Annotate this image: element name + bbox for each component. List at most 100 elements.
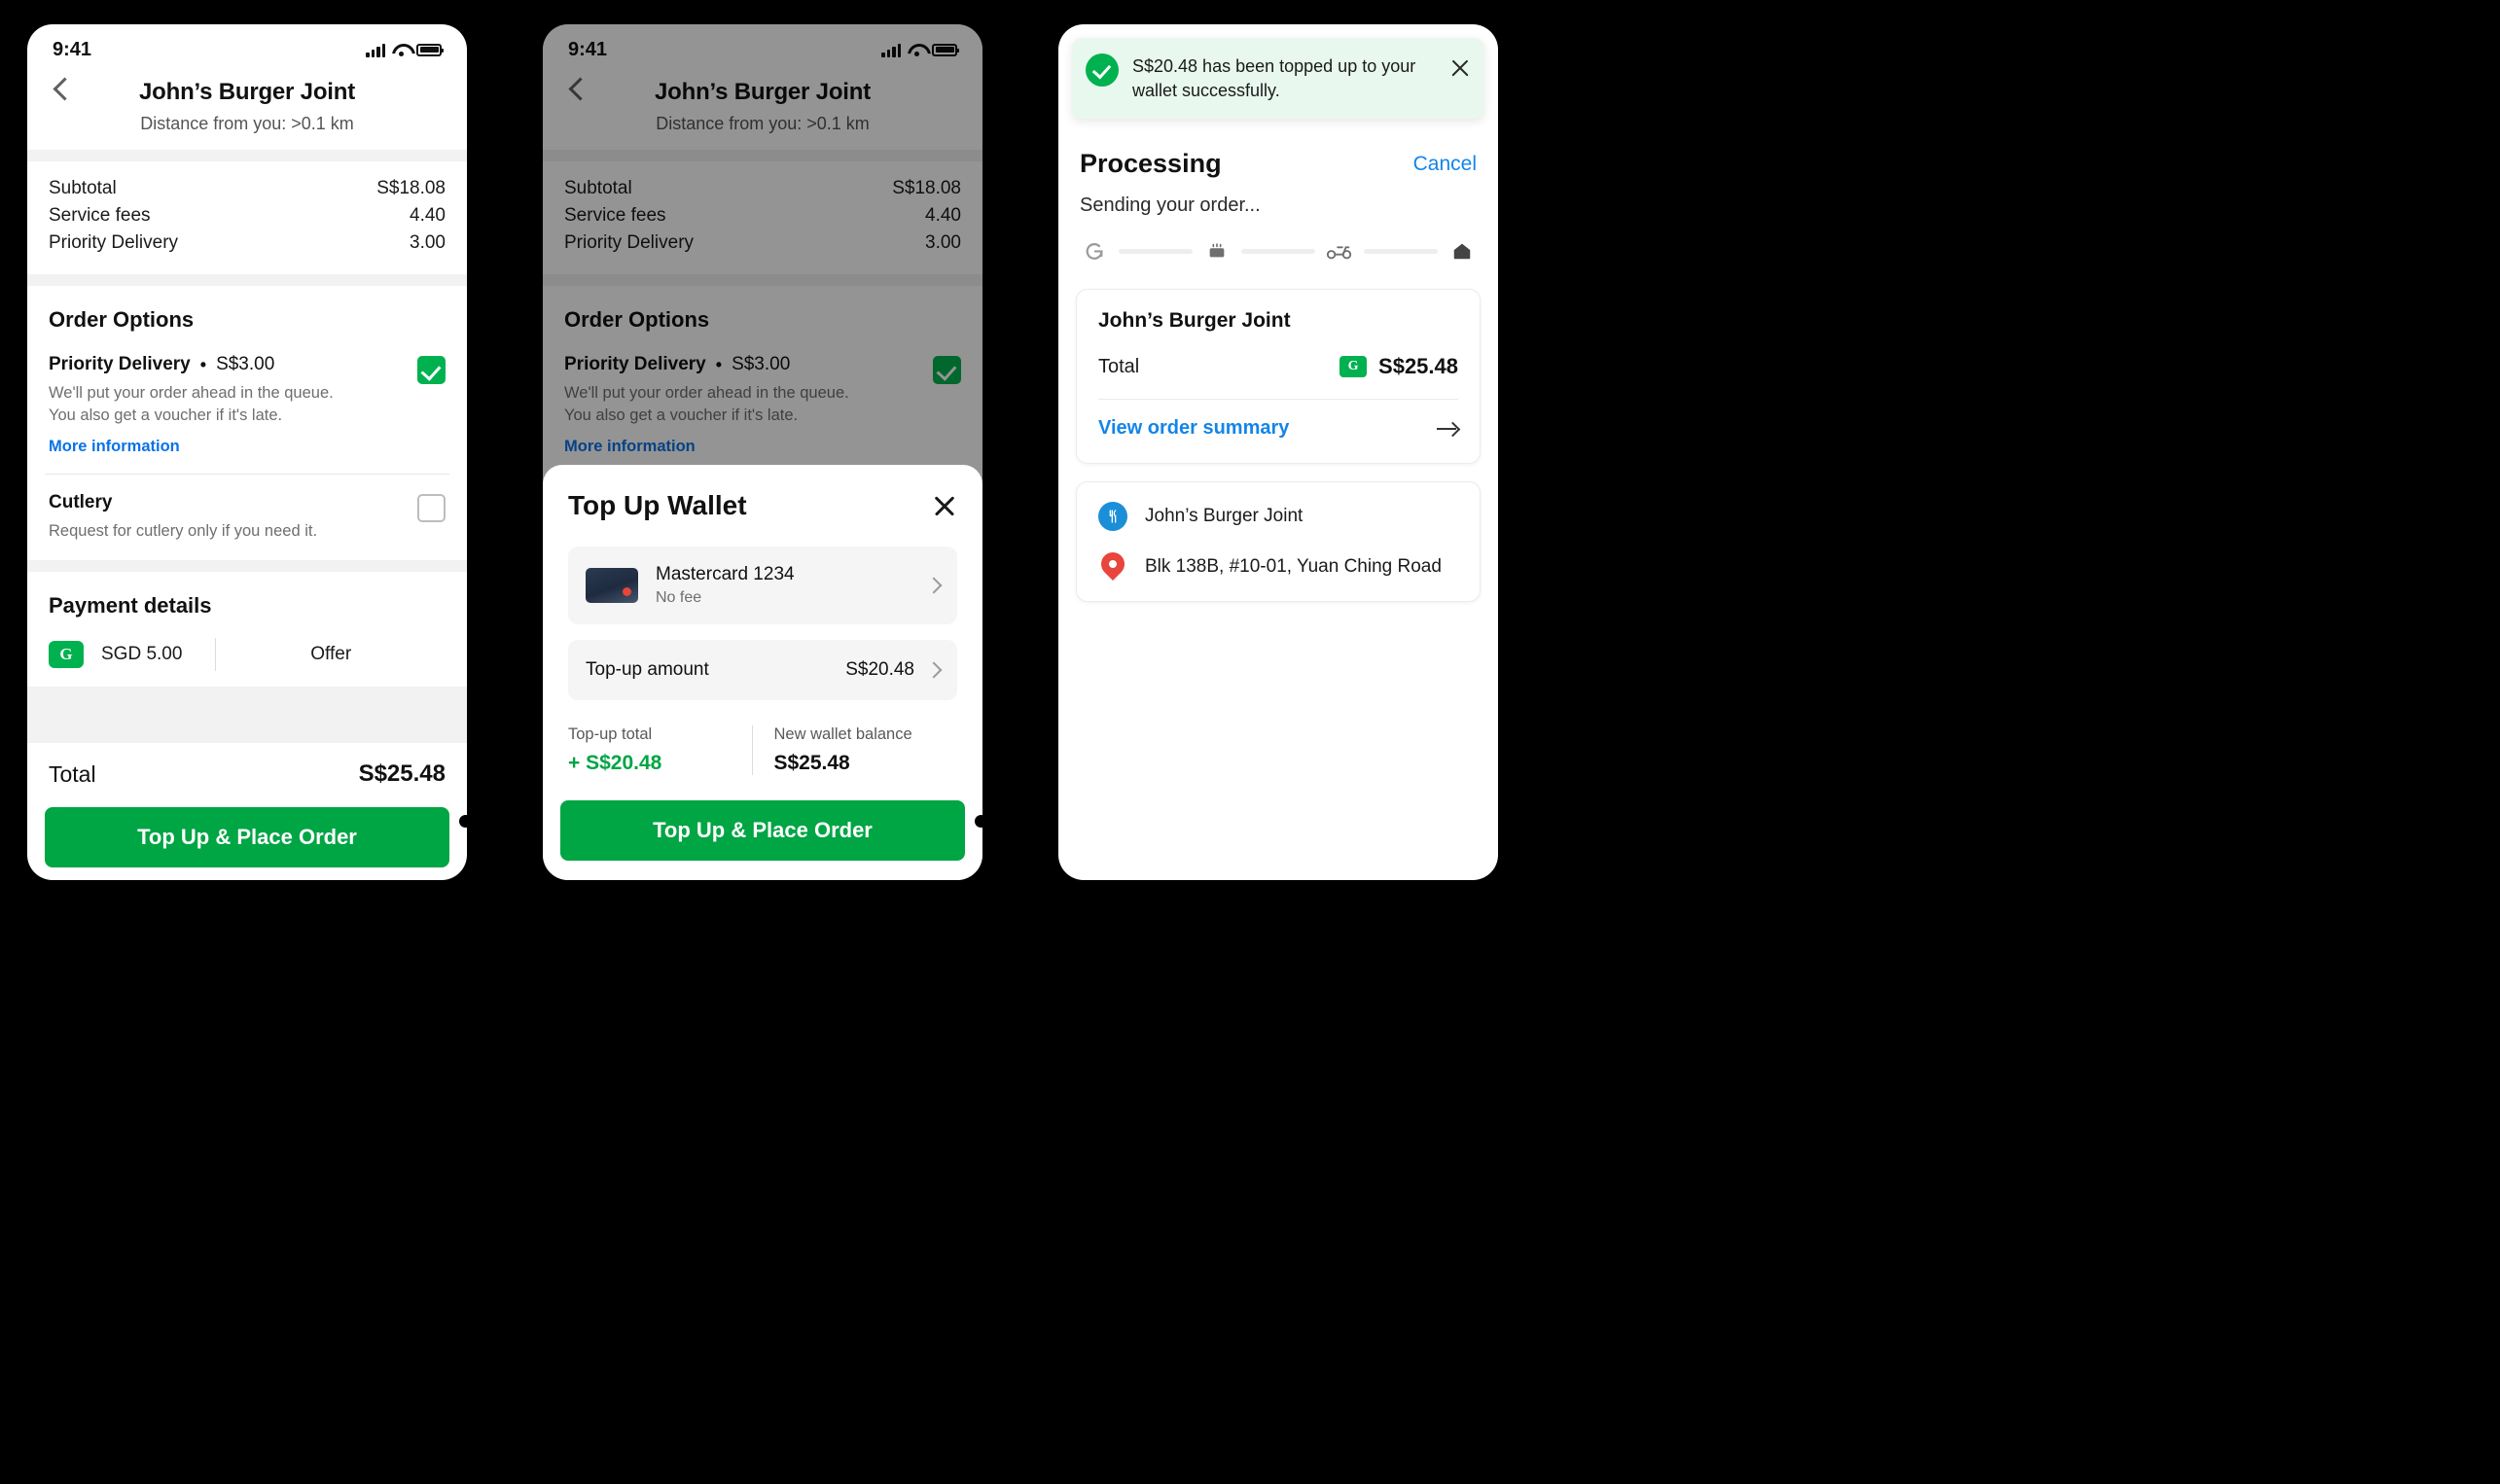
sheet-header: Top Up Wallet (543, 490, 982, 525)
wifi-icon (908, 43, 925, 56)
option-description: Request for cutlery only if you need it. (49, 521, 318, 540)
page-title: John’s Burger Joint (139, 79, 355, 105)
view-order-summary-link[interactable]: View order summary (1098, 400, 1458, 457)
order-options-heading: Order Options (564, 307, 710, 332)
more-information-link[interactable]: More information (49, 438, 180, 456)
arrow-right-icon (1437, 423, 1458, 435)
view-order-summary-label: View order summary (1098, 417, 1290, 439)
section-divider (543, 274, 982, 286)
option-priority-delivery[interactable]: Priority Delivery • S$3.00 We'll put you… (543, 336, 982, 474)
cancel-button[interactable]: Cancel (1413, 153, 1477, 176)
total-label: Total (1098, 355, 1140, 377)
mastercard-icon (586, 568, 638, 603)
option-description: We'll put your order ahead in the queue.… (564, 384, 849, 425)
topup-success-toast: S$20.48 has been topped up to your walle… (1072, 38, 1484, 119)
card-name: Mastercard 1234 (656, 564, 795, 584)
battery-icon (416, 43, 444, 56)
card-fee-note: No fee (656, 589, 702, 606)
chevron-right-icon (925, 577, 943, 594)
fee-value: S$18.08 (376, 178, 446, 198)
fee-summary-list: Subtotal S$18.08 Service fees 4.40 Prior… (27, 161, 467, 274)
restaurant-pin-icon (1098, 502, 1127, 531)
payment-method-row[interactable]: G SGD 5.00 Offer (27, 622, 467, 687)
success-check-icon (1086, 53, 1119, 87)
merchant-name: John’s Burger Joint (1145, 506, 1304, 526)
option-price: S$3.00 (216, 354, 275, 374)
fee-label: Priority Delivery (564, 232, 695, 253)
topup-amount-row[interactable]: Top-up amount S$20.48 (568, 640, 957, 700)
close-icon[interactable] (1449, 57, 1471, 79)
connector-line (469, 820, 529, 823)
fee-value: 4.40 (925, 205, 961, 226)
cooking-pot-icon (1202, 238, 1232, 264)
distance-subtitle: Distance from you: >0.1 km (656, 114, 870, 133)
order-summary-card: John’s Burger Joint Total G S$25.48 View… (1076, 289, 1481, 464)
fee-value: S$18.08 (892, 178, 961, 198)
priority-delivery-checkbox[interactable] (417, 356, 446, 384)
order-options-heading: Order Options (49, 307, 195, 332)
new-balance-label: New wallet balance (773, 725, 912, 743)
phone-screen-checkout: 9:41 John’s Burger Joint Distance from y… (27, 24, 467, 880)
fee-label: Priority Delivery (49, 232, 179, 253)
status-time: 9:41 (53, 38, 92, 60)
tracker-line (1364, 248, 1438, 254)
offer-label[interactable]: Offer (216, 644, 446, 665)
chevron-left-icon[interactable] (49, 77, 74, 102)
option-cutlery[interactable]: Cutlery Request for cutlery only if you … (27, 475, 467, 560)
fee-label: Service fees (564, 205, 666, 226)
fee-label: Subtotal (564, 178, 632, 198)
option-priority-delivery[interactable]: Priority Delivery • S$3.00 We'll put you… (27, 336, 467, 474)
cutlery-checkbox[interactable] (417, 493, 446, 522)
distance-subtitle: Distance from you: >0.1 km (140, 114, 354, 133)
payment-details-heading: Payment details (49, 593, 212, 618)
status-indicators (881, 43, 959, 57)
priority-delivery-checkbox[interactable] (933, 356, 961, 384)
cellular-signal-icon (881, 43, 901, 57)
close-icon[interactable] (932, 493, 957, 518)
toast-message: S$20.48 has been topped up to your walle… (1132, 56, 1416, 100)
merchant-row: John’s Burger Joint (1098, 502, 1458, 531)
total-value: S$25.48 (1378, 354, 1458, 378)
grab-wallet-icon: G (1339, 356, 1368, 377)
status-time: 9:41 (568, 38, 608, 60)
sheet-title: Top Up Wallet (568, 490, 747, 520)
top-up-place-order-button[interactable]: Top Up & Place Order (560, 800, 965, 861)
page-title: John’s Burger Joint (655, 79, 871, 105)
topup-total-value: + S$20.48 (568, 752, 662, 774)
status-bar: 9:41 (543, 24, 982, 75)
section-divider (27, 150, 467, 161)
delivery-address-card: John’s Burger Joint Blk 138B, #10-01, Yu… (1076, 481, 1481, 602)
grab-g-icon (1080, 238, 1109, 264)
topup-amount-label: Top-up amount (586, 659, 709, 680)
chevron-left-icon[interactable] (564, 77, 589, 102)
fee-value: 4.40 (410, 205, 446, 226)
option-header: Priority Delivery • S$3.00 (564, 354, 919, 375)
wifi-icon (392, 43, 410, 56)
more-information-link[interactable]: More information (564, 438, 696, 456)
bullet-separator: • (715, 354, 723, 374)
screenshot-canvas: 9:41 John’s Burger Joint Distance from y… (0, 0, 2500, 1484)
connector-arrow (1043, 465, 1057, 486)
scooter-icon (1325, 238, 1354, 264)
section-divider (27, 687, 467, 744)
nav-bar: John’s Burger Joint Distance from you: >… (27, 75, 467, 150)
grab-wallet-icon: G (49, 641, 84, 669)
fee-label: Service fees (49, 205, 151, 226)
option-header: Cutlery (49, 492, 404, 513)
fee-row: Priority Delivery 3.00 (49, 230, 446, 257)
option-name: Cutlery (49, 491, 113, 512)
connector-line (984, 820, 1045, 823)
wallet-balance-label: SGD 5.00 (101, 644, 183, 665)
option-price: S$3.00 (732, 354, 791, 374)
top-up-place-order-button[interactable]: Top Up & Place Order (45, 807, 449, 868)
fee-summary-list: Subtotal S$18.08 Service fees 4.40 Prior… (543, 161, 982, 274)
fee-row: Subtotal S$18.08 (564, 175, 961, 202)
topup-total-label: Top-up total (568, 725, 653, 743)
tracker-line (1119, 248, 1193, 254)
address-text: Blk 138B, #10-01, Yuan Ching Road (1145, 556, 1442, 577)
option-description: We'll put your order ahead in the queue.… (49, 384, 334, 425)
fee-value: 3.00 (925, 232, 961, 253)
payment-card-row[interactable]: Mastercard 1234 No fee (568, 547, 957, 624)
order-total-row: Total S$25.48 (27, 743, 467, 801)
connector-arrow (527, 465, 542, 486)
